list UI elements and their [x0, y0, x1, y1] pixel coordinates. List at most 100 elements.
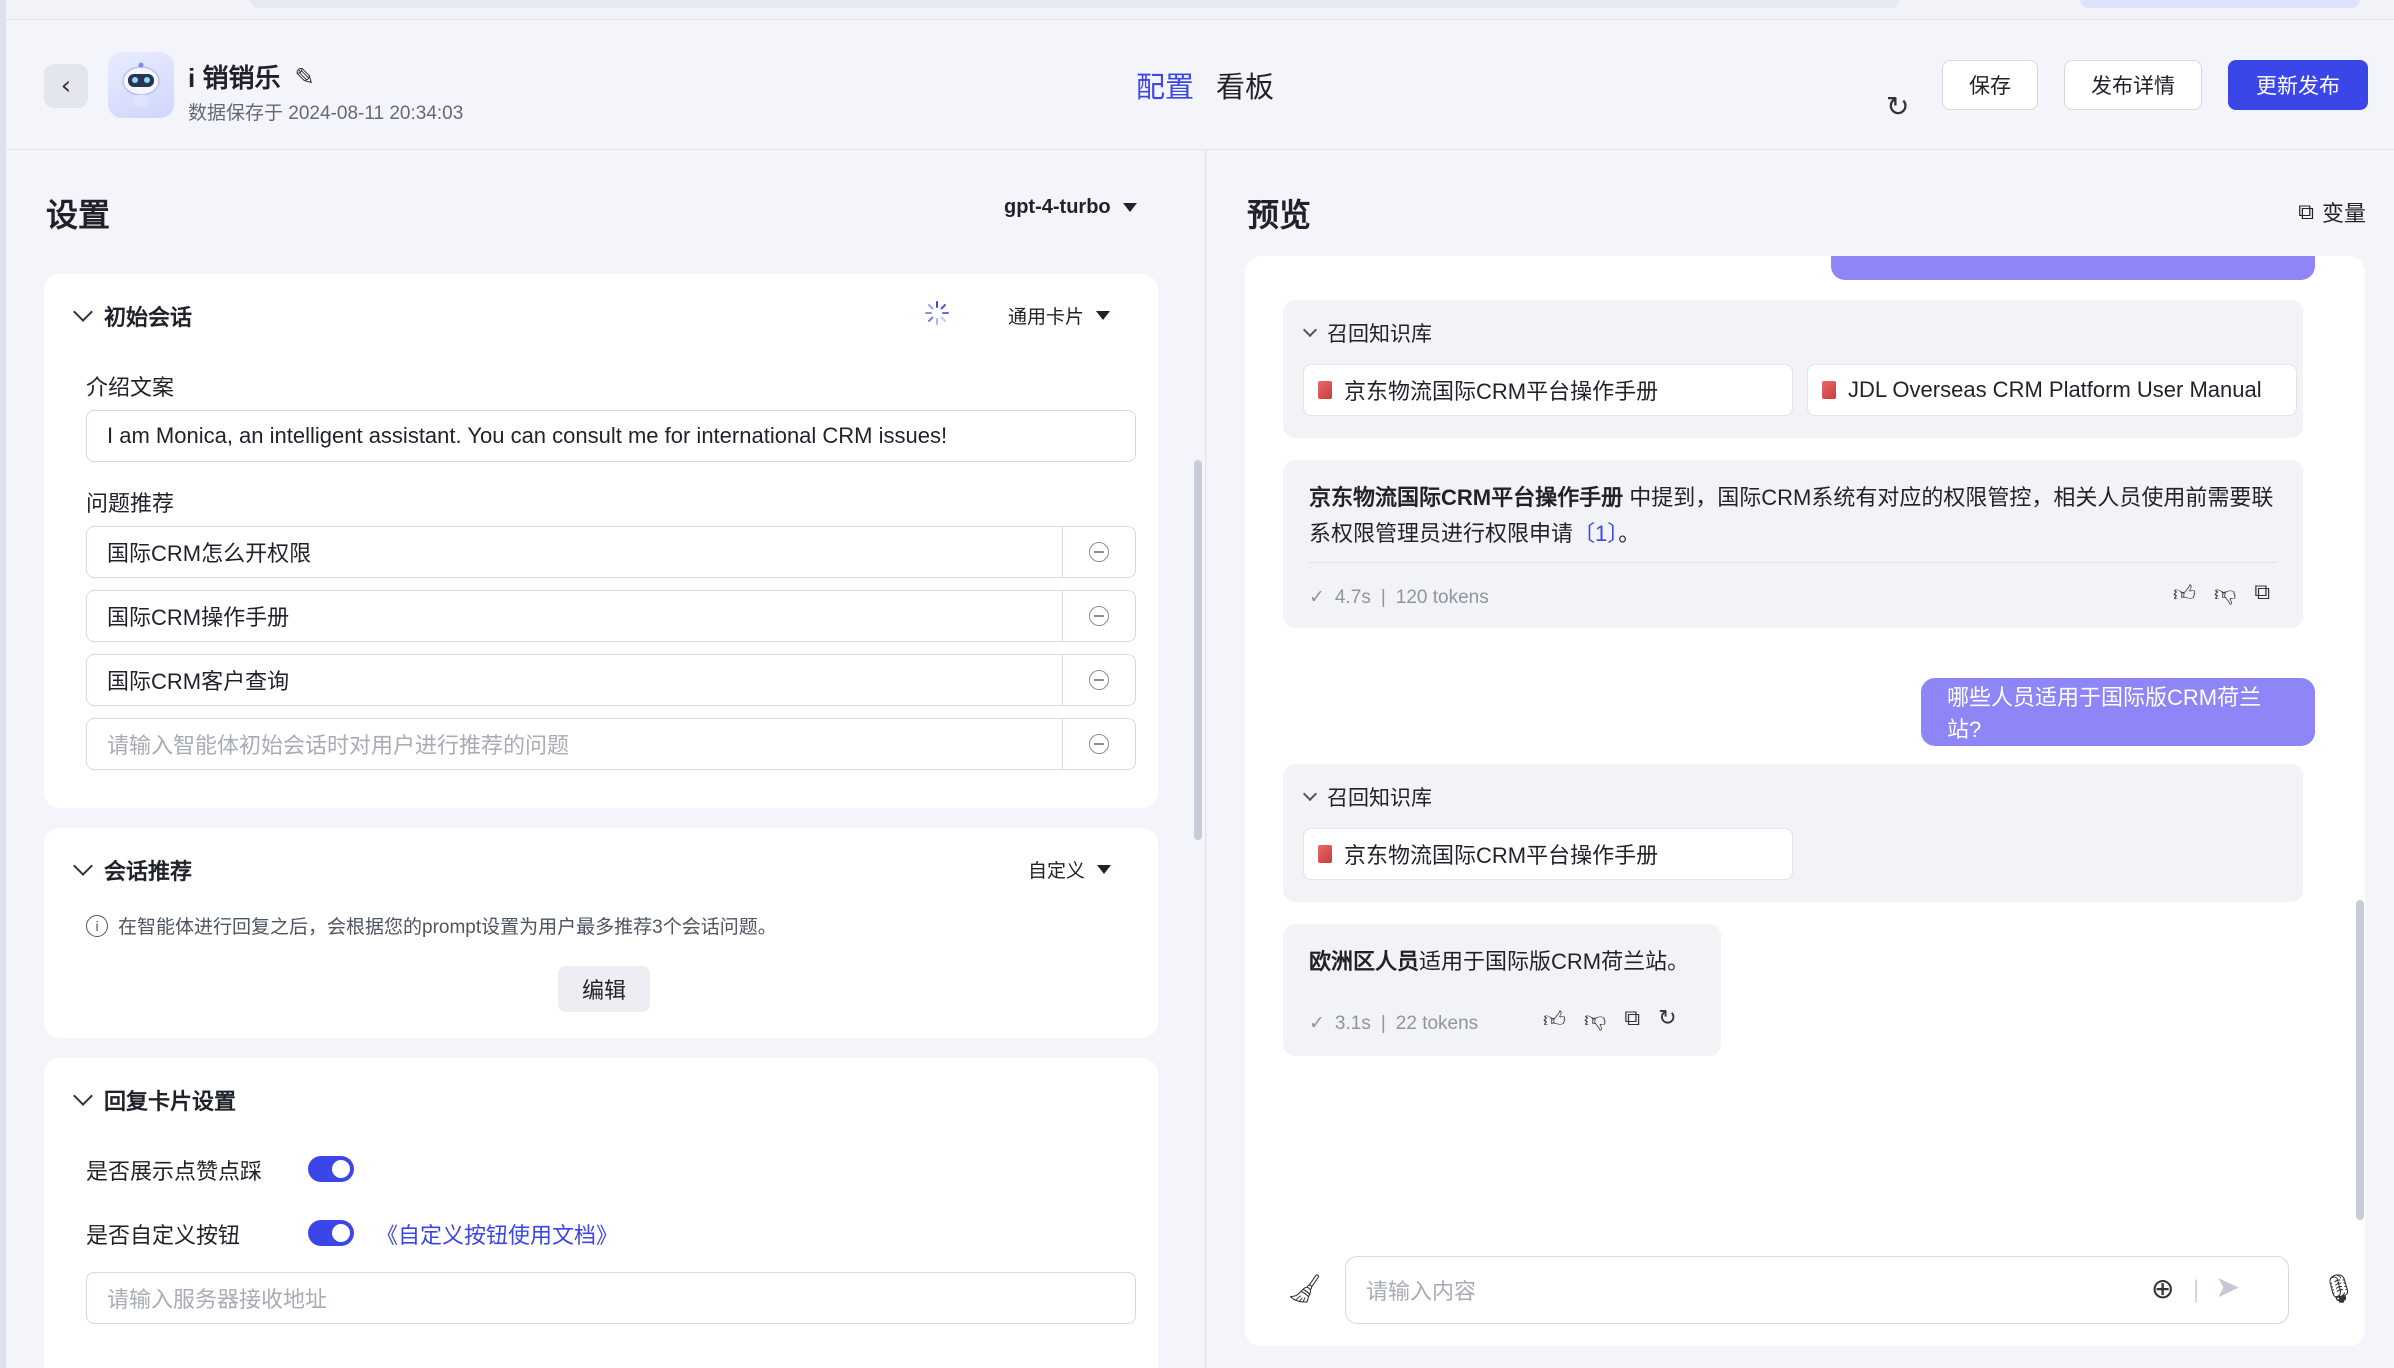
- send-icon[interactable]: ➤: [2215, 1270, 2240, 1305]
- intro-input[interactable]: I am Monica, an intelligent assistant. Y…: [86, 410, 1136, 462]
- answer-meta: ✓ 3.1s | 22 tokens: [1309, 1012, 1478, 1035]
- question-row: 国际CRM怎么开权限: [86, 526, 1136, 578]
- thumbs-down-icon[interactable]: 👎︎: [2214, 580, 2236, 607]
- user-message: 哪些人员适用于国际版CRM荷兰站?: [1947, 685, 2262, 742]
- add-circle-icon[interactable]: ⊕: [2151, 1272, 2174, 1305]
- answer-text: 欧洲区人员适用于国际版CRM荷兰站。: [1309, 944, 1689, 980]
- preview-title: 预览: [1247, 197, 1312, 233]
- back-button[interactable]: ‹: [44, 64, 88, 108]
- meta-separator: |: [1380, 1012, 1386, 1034]
- kb-recall-header[interactable]: 召回知识库: [1302, 782, 1432, 812]
- robot-icon: [122, 62, 160, 107]
- remove-question-button[interactable]: [1063, 670, 1135, 690]
- answer-source: 欧洲区人员: [1309, 949, 1420, 974]
- preview-scrollbar[interactable]: [2356, 900, 2364, 1220]
- bot-answer: 欧洲区人员适用于国际版CRM荷兰站。 ✓ 3.1s | 22 tokens 👍︎…: [1283, 924, 1721, 1056]
- regenerate-icon[interactable]: ↻: [1658, 1006, 1676, 1033]
- intro-label: 介绍文案: [86, 375, 175, 400]
- check-icon: ✓: [1309, 1013, 1325, 1034]
- show-like-toggle[interactable]: [308, 1156, 354, 1182]
- recommend-mode-select[interactable]: 自定义: [1028, 856, 1112, 883]
- minus-circle-icon: [1089, 734, 1109, 754]
- server-address-input[interactable]: 请输入服务器接收地址: [86, 1272, 1136, 1324]
- address-bar: [250, 0, 1900, 8]
- microphone-icon[interactable]: 🎙︎: [2321, 1272, 2357, 1305]
- clear-chat-icon[interactable]: 🧹︎: [1287, 1272, 1323, 1305]
- chat-input[interactable]: 请输入内容: [1345, 1256, 2289, 1324]
- minus-circle-icon: [1089, 542, 1109, 562]
- tab-dashboard[interactable]: 看板: [1216, 64, 1274, 106]
- reply-card-header[interactable]: 回复卡片设置: [73, 1084, 237, 1116]
- answer-time: 4.7s: [1334, 586, 1371, 608]
- edit-button[interactable]: 编辑: [558, 966, 650, 1012]
- question-input[interactable]: 国际CRM操作手册: [87, 591, 1063, 641]
- save-time: 数据保存于 2024-08-11 20:34:03: [188, 103, 464, 124]
- app-name: i 销销乐: [188, 63, 281, 93]
- info-icon: i: [86, 914, 108, 937]
- kb-recall-header[interactable]: 召回知识库: [1302, 318, 1432, 348]
- copy-icon[interactable]: ⧉: [1624, 1006, 1640, 1033]
- variables-label: 变量: [2321, 201, 2366, 226]
- answer-source: 京东物流国际CRM平台操作手册: [1309, 485, 1624, 510]
- check-icon: ✓: [1309, 587, 1325, 608]
- card-type-select[interactable]: 通用卡片: [1008, 302, 1111, 329]
- thumbs-up-icon[interactable]: 👍︎: [2173, 580, 2196, 607]
- kb-doc-item[interactable]: 京东物流国际CRM平台操作手册: [1303, 828, 1793, 880]
- chevron-down-icon: [73, 1086, 93, 1106]
- chat-recommend-header[interactable]: 会话推荐: [73, 854, 192, 886]
- edit-icon[interactable]: ✎: [294, 63, 314, 91]
- recommend-mode-value: 自定义: [1028, 861, 1086, 882]
- answer-actions: 👍︎ 👎︎ ⧉: [2173, 580, 2270, 607]
- question-row: 请输入智能体初始会话时对用户进行推荐的问题: [86, 718, 1136, 770]
- recommend-info: i 在智能体进行回复之后，会根据您的prompt设置为用户最多推荐3个会话问题。: [86, 912, 777, 939]
- previous-user-bubble: [1831, 256, 2315, 280]
- chat-input-placeholder: 请输入内容: [1366, 1279, 1477, 1304]
- chevron-down-icon: [73, 856, 93, 876]
- initial-chat-card: 初始会话 通用卡片 介绍文案 I am Monica, an intellige…: [44, 274, 1158, 808]
- user-bubble: 哪些人员适用于国际版CRM荷兰站?: [1921, 678, 2315, 746]
- answer-line1: 适用于国际版CRM荷兰站。: [1419, 949, 1690, 974]
- new-question-input[interactable]: 请输入智能体初始会话时对用户进行推荐的问题: [87, 719, 1063, 769]
- meta-separator: |: [1380, 586, 1386, 608]
- history-icon[interactable]: ↻: [1886, 90, 1909, 123]
- kb-doc-item[interactable]: 京东物流国际CRM平台操作手册: [1303, 364, 1793, 416]
- remove-question-button[interactable]: [1063, 734, 1135, 754]
- update-publish-button[interactable]: 更新发布: [2228, 60, 2368, 110]
- chat-recommend-card: 会话推荐 自定义 i 在智能体进行回复之后，会根据您的prompt设置为用户最多…: [44, 828, 1158, 1038]
- reply-card-title: 回复卡片设置: [104, 1089, 237, 1114]
- preview-panel: 预览 ⧉ 变量 召回知识库 京东物流国际CRM平台操作手册 JDL Overse…: [1207, 150, 2394, 1368]
- document-icon: [1822, 381, 1836, 399]
- question-input[interactable]: 国际CRM怎么开权限: [87, 527, 1063, 577]
- recommend-info-text: 在智能体进行回复之后，会根据您的prompt设置为用户最多推荐3个会话问题。: [118, 917, 777, 938]
- settings-title: 设置: [46, 197, 111, 233]
- settings-scrollbar[interactable]: [1194, 460, 1202, 840]
- remove-question-button[interactable]: [1063, 542, 1135, 562]
- save-button[interactable]: 保存: [1942, 60, 2038, 110]
- variables-button[interactable]: ⧉ 变量: [2298, 196, 2366, 228]
- custom-button-toggle[interactable]: [308, 1220, 354, 1246]
- tab-config[interactable]: 配置: [1136, 64, 1194, 106]
- browser-top-strip: [0, 0, 2394, 20]
- answer-line2: 系权限管理员进行权限申请: [1309, 521, 1574, 546]
- copy-icon[interactable]: ⧉: [2254, 580, 2270, 607]
- publish-details-button[interactable]: 发布详情: [2064, 60, 2202, 110]
- input-separator: |: [2193, 1276, 2200, 1303]
- caret-down-icon: [1097, 865, 1112, 874]
- kb-doc-item[interactable]: JDL Overseas CRM Platform User Manual: [1807, 364, 2297, 416]
- question-row: 国际CRM操作手册: [86, 590, 1136, 642]
- thumbs-down-icon[interactable]: 👎︎: [1584, 1006, 1606, 1033]
- model-select[interactable]: gpt-4-turbo: [1004, 196, 1137, 219]
- top-pill: [2080, 0, 2360, 8]
- avatar: [108, 52, 174, 118]
- remove-question-button[interactable]: [1063, 606, 1135, 626]
- initial-chat-header[interactable]: 初始会话: [73, 300, 192, 332]
- answer-meta: ✓ 4.7s | 120 tokens: [1309, 586, 1489, 609]
- custom-button-doc-link[interactable]: 《自定义按钮使用文档》: [376, 1218, 618, 1250]
- app-title: i 销销乐 ✎: [188, 58, 315, 95]
- answer-tokens: 22 tokens: [1395, 1012, 1479, 1034]
- thumbs-up-icon[interactable]: 👍︎: [1543, 1006, 1566, 1033]
- citation-link[interactable]: 〔1〕: [1573, 521, 1618, 546]
- question-input[interactable]: 国际CRM客户查询: [87, 655, 1063, 705]
- custom-button-label: 是否自定义按钮: [86, 1223, 241, 1248]
- caret-down-icon: [1122, 203, 1137, 212]
